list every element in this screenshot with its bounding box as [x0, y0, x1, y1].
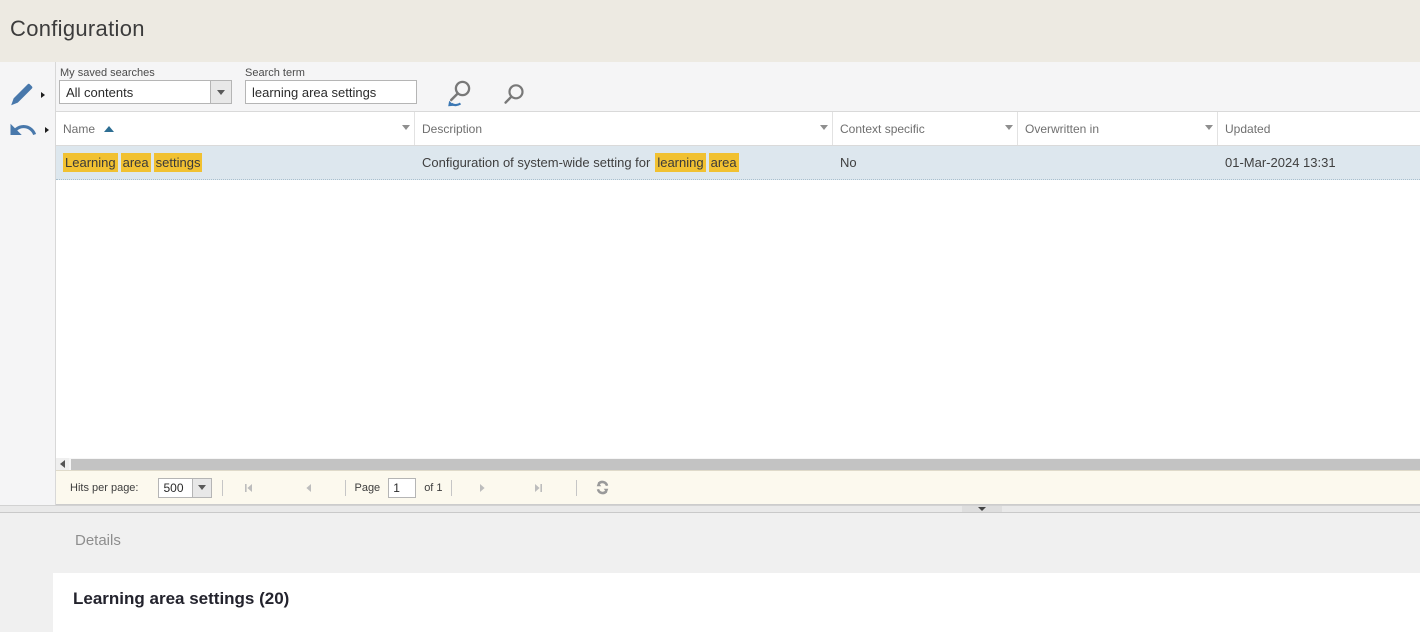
- search-redo-icon: [445, 79, 475, 109]
- cell-description: Configuration of system-wide setting for…: [415, 146, 833, 179]
- column-label: Overwritten in: [1025, 122, 1099, 136]
- highlight: area: [709, 153, 739, 172]
- column-label: Context specific: [840, 122, 925, 136]
- next-page-button[interactable]: [474, 480, 490, 496]
- hits-per-page-dropdown-trigger[interactable]: [192, 478, 212, 498]
- column-header-updated[interactable]: Updated: [1218, 112, 1420, 145]
- scrollbar-thumb[interactable]: [71, 459, 1420, 470]
- column-menu-trigger-icon[interactable]: [1205, 125, 1213, 130]
- pencil-icon: [8, 82, 34, 108]
- edit-flyout-arrow-icon[interactable]: [41, 92, 45, 98]
- undo-button[interactable]: [8, 116, 49, 144]
- column-header-name[interactable]: Name: [56, 112, 415, 145]
- horizontal-scrollbar[interactable]: [56, 458, 1420, 470]
- run-saved-search-button[interactable]: [444, 78, 476, 110]
- details-panel: Learning area settings (20): [53, 573, 1420, 632]
- search-button[interactable]: [500, 82, 528, 108]
- first-page-icon: [243, 482, 255, 494]
- search-icon: [501, 82, 527, 108]
- previous-page-button[interactable]: [301, 480, 317, 496]
- cell-overwritten-in: [1018, 146, 1218, 179]
- highlight: learning: [655, 153, 705, 172]
- left-toolbar: [0, 62, 56, 505]
- column-header-description[interactable]: Description: [415, 112, 833, 145]
- cell-context-specific: No: [833, 146, 1018, 179]
- chevron-down-icon: [217, 90, 225, 95]
- grid-header: Name Description Context specific Overwr…: [56, 112, 1420, 146]
- sort-asc-icon: [104, 126, 114, 132]
- saved-searches-select[interactable]: [59, 80, 210, 104]
- separator: [576, 480, 577, 496]
- refresh-icon: [595, 480, 610, 495]
- panel-splitter[interactable]: [0, 505, 1420, 513]
- top-header: Configuration: [0, 0, 1420, 62]
- search-term-label: Search term: [245, 67, 305, 79]
- splitter-collapse-handle[interactable]: [962, 506, 1002, 512]
- collapse-arrow-icon: [978, 507, 986, 511]
- results-grid: Name Description Context specific Overwr…: [56, 112, 1420, 470]
- saved-searches-label: My saved searches: [60, 67, 155, 79]
- page-number-input[interactable]: [388, 478, 416, 498]
- column-label: Name: [63, 122, 95, 136]
- arrow-left-icon: [60, 460, 65, 468]
- hits-per-page-combo: [158, 478, 212, 498]
- cell-updated: 01-Mar-2024 13:31: [1218, 146, 1420, 179]
- column-header-context-specific[interactable]: Context specific: [833, 112, 1018, 145]
- column-header-overwritten-in[interactable]: Overwritten in: [1018, 112, 1218, 145]
- column-menu-trigger-icon[interactable]: [402, 125, 410, 130]
- paging-toolbar: Hits per page: Page of 1: [56, 470, 1420, 505]
- table-row[interactable]: Learning area settings Configuration of …: [56, 146, 1420, 180]
- cell-name: Learning area settings: [56, 146, 415, 179]
- details-heading: Learning area settings (20): [73, 589, 289, 609]
- next-page-icon: [476, 482, 488, 494]
- description-text: Configuration of system-wide setting for: [422, 155, 650, 170]
- highlight: area: [121, 153, 151, 172]
- saved-searches-dropdown-trigger[interactable]: [210, 80, 232, 104]
- scroll-left-button[interactable]: [56, 458, 69, 470]
- column-menu-trigger-icon[interactable]: [1005, 125, 1013, 130]
- details-section: Details Learning area settings (20): [0, 513, 1420, 632]
- page-of-label: of 1: [424, 482, 442, 494]
- configuration-screen: Configuration My saved searches: [0, 0, 1420, 632]
- chevron-down-icon: [198, 485, 206, 490]
- first-page-button[interactable]: [241, 480, 257, 496]
- separator: [222, 480, 223, 496]
- separator: [451, 480, 452, 496]
- undo-flyout-arrow-icon[interactable]: [45, 127, 49, 133]
- search-toolbar: My saved searches Search term: [56, 62, 1420, 112]
- details-section-label: Details: [75, 532, 121, 549]
- separator: [345, 480, 346, 496]
- hits-per-page-label: Hits per page:: [70, 482, 138, 494]
- hits-per-page-select[interactable]: [158, 478, 192, 498]
- column-label: Updated: [1225, 122, 1270, 136]
- page-label: Page: [354, 482, 380, 494]
- previous-page-icon: [303, 482, 315, 494]
- page-title: Configuration: [10, 16, 145, 42]
- column-menu-trigger-icon[interactable]: [820, 125, 828, 130]
- column-label: Description: [422, 122, 482, 136]
- highlight: settings: [154, 153, 203, 172]
- refresh-button[interactable]: [595, 480, 611, 496]
- search-term-input[interactable]: [245, 80, 417, 104]
- saved-searches-combo: [59, 80, 232, 104]
- highlight: Learning: [63, 153, 118, 172]
- last-page-button[interactable]: [530, 480, 546, 496]
- edit-button[interactable]: [8, 82, 45, 108]
- last-page-icon: [532, 482, 544, 494]
- undo-arrow-icon: [8, 116, 38, 144]
